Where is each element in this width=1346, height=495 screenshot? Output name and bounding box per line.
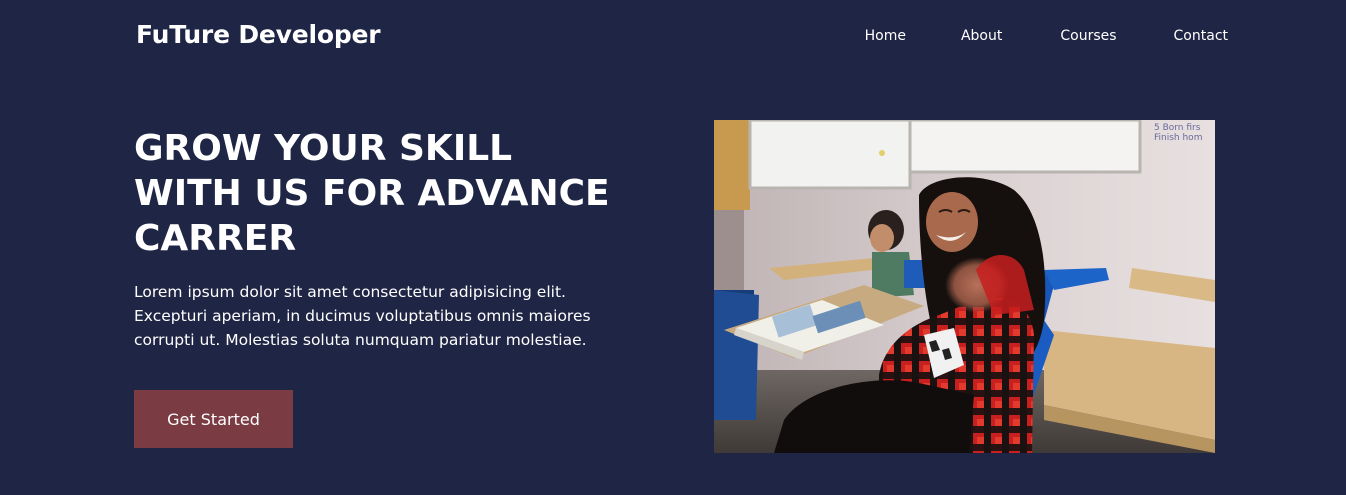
whiteboard-text-2: Finish hom [1154,133,1202,143]
hero-headline: GROW YOUR SKILL WITH US FOR ADVANCE CARR… [134,126,654,261]
brand-logo[interactable]: FuTure Developer [136,20,381,49]
whiteboard-text-1: 5 Born firs [1154,123,1201,133]
hero-headline-line-3: CARRER [134,218,297,259]
nav-home[interactable]: Home [865,28,906,44]
main-nav: Home About Courses Contact [865,28,1228,44]
hero-description: Lorem ipsum dolor sit amet consectetur a… [134,283,591,349]
nav-courses[interactable]: Courses [1060,28,1116,44]
hero-image: 5 Born firs Finish hom [714,120,1215,453]
classroom-photo: 5 Born firs Finish hom [714,120,1215,453]
nav-about[interactable]: About [961,28,1002,44]
hero-headline-line-1: GROW YOUR SKILL [134,128,513,169]
hero-headline-line-2: WITH US FOR ADVANCE [134,173,610,214]
nav-contact[interactable]: Contact [1174,28,1228,44]
get-started-button[interactable]: Get Started [134,390,293,448]
